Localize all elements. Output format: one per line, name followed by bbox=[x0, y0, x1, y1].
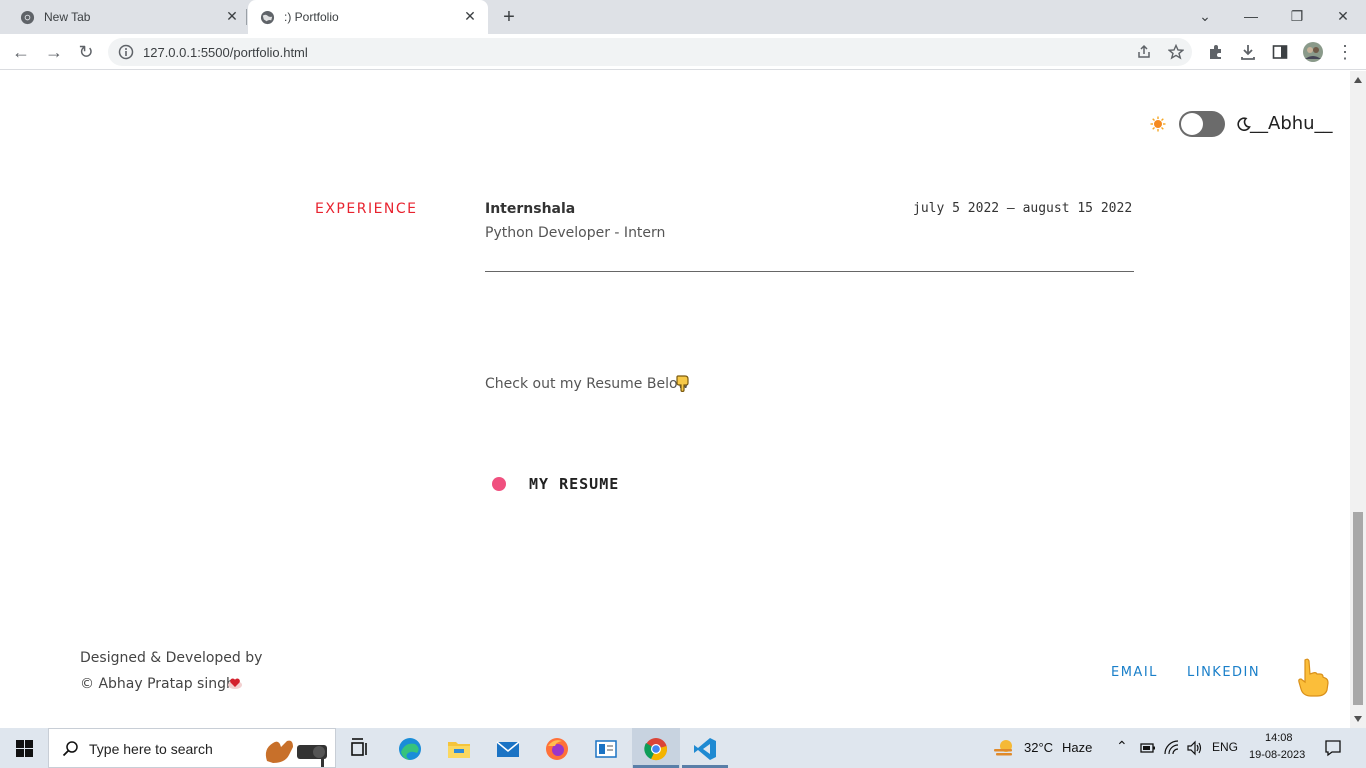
scrollbar-thumb[interactable] bbox=[1353, 512, 1363, 705]
browser-tab-strip: New Tab ✕ :) Portfolio ✕ + ⌄ — ❐ ✕ bbox=[0, 0, 1366, 34]
page-scrollbar[interactable] bbox=[1350, 71, 1366, 728]
browser-toolbar: ← → ↻ 127.0.0.1:5500/portfolio.html ⋮ bbox=[0, 34, 1366, 70]
minimize-button[interactable]: — bbox=[1241, 6, 1261, 26]
control-panel-icon[interactable] bbox=[593, 736, 619, 762]
reload-button[interactable]: ↻ bbox=[75, 41, 97, 63]
experience-heading: EXPERIENCE bbox=[315, 201, 418, 217]
dark-mode-switch[interactable] bbox=[1179, 111, 1225, 137]
resume-bullet-dot bbox=[492, 477, 506, 491]
volume-icon[interactable] bbox=[1187, 740, 1203, 756]
sun-icon bbox=[1150, 116, 1166, 132]
mail-icon[interactable] bbox=[495, 736, 521, 762]
resume-note: Check out my Resume Below bbox=[485, 376, 689, 392]
pointing-down-hand-icon bbox=[676, 375, 689, 392]
forward-button[interactable]: → bbox=[43, 41, 65, 63]
search-placeholder: Type here to search bbox=[89, 741, 213, 757]
experience-divider bbox=[485, 271, 1134, 272]
tab-search-chevron-icon[interactable]: ⌄ bbox=[1195, 6, 1215, 26]
moon-icon bbox=[1237, 117, 1251, 131]
experience-dates: july 5 2022 – august 15 2022 bbox=[913, 201, 1133, 216]
extensions-puzzle-icon[interactable] bbox=[1207, 43, 1225, 61]
close-icon[interactable]: ✕ bbox=[462, 8, 478, 24]
restore-button[interactable]: ❐ bbox=[1287, 6, 1307, 26]
windows-taskbar: Type here to search 32°C Haze ⌃ ENG 14:0… bbox=[0, 728, 1366, 768]
scroll-up-arrow-icon[interactable] bbox=[1354, 77, 1362, 83]
tab-separator bbox=[246, 9, 247, 25]
chrome-menu-icon[interactable]: ⋮ bbox=[1334, 41, 1356, 63]
tab-title: :) Portfolio bbox=[284, 10, 339, 24]
search-highlight-art-icon bbox=[265, 740, 327, 767]
globe-icon bbox=[260, 10, 275, 25]
tab-new-tab[interactable]: New Tab ✕ bbox=[0, 0, 246, 34]
email-link[interactable]: EMAIL bbox=[1111, 665, 1158, 680]
weather-temperature[interactable]: 32°C bbox=[1024, 740, 1053, 755]
windows-start-icon[interactable] bbox=[16, 740, 33, 757]
download-icon[interactable] bbox=[1239, 43, 1257, 61]
credit-line: Designed & Developed by bbox=[80, 650, 263, 666]
side-panel-icon[interactable] bbox=[1271, 43, 1289, 61]
input-language[interactable]: ENG bbox=[1212, 740, 1238, 754]
taskbar-search-box[interactable]: Type here to search bbox=[48, 728, 336, 768]
switch-knob bbox=[1181, 113, 1203, 135]
url-text[interactable]: 127.0.0.1:5500/portfolio.html bbox=[143, 45, 308, 60]
portfolio-page: __Abhu__ EXPERIENCE Internshala Python D… bbox=[0, 71, 1350, 728]
chrome-app-icon[interactable] bbox=[643, 736, 669, 762]
firefox-icon[interactable] bbox=[544, 736, 570, 762]
chrome-icon bbox=[20, 10, 35, 25]
close-icon[interactable]: ✕ bbox=[224, 8, 240, 24]
site-brand[interactable]: __Abhu__ bbox=[1250, 113, 1333, 134]
file-explorer-icon[interactable] bbox=[446, 736, 472, 762]
close-window-button[interactable]: ✕ bbox=[1333, 6, 1353, 26]
show-hidden-icons-chevron-icon[interactable]: ⌃ bbox=[1116, 738, 1128, 755]
back-button[interactable]: ← bbox=[10, 41, 32, 63]
bookmark-star-icon[interactable] bbox=[1168, 44, 1184, 60]
tab-portfolio[interactable]: :) Portfolio ✕ bbox=[248, 0, 488, 34]
credit-author: © Abhay Pratap singh bbox=[80, 676, 235, 692]
address-bar[interactable]: 127.0.0.1:5500/portfolio.html bbox=[108, 38, 1192, 66]
linkedin-link[interactable]: LINKEDIN bbox=[1187, 665, 1260, 680]
profile-avatar-icon[interactable] bbox=[1302, 41, 1324, 63]
heart-icon bbox=[228, 678, 242, 689]
weather-description[interactable]: Haze bbox=[1062, 740, 1092, 755]
pointing-hand-icon[interactable] bbox=[1293, 656, 1331, 698]
search-icon bbox=[62, 741, 78, 757]
scroll-down-arrow-icon[interactable] bbox=[1354, 716, 1362, 722]
job-role: Python Developer - Intern bbox=[485, 225, 666, 241]
resume-button-label: MY RESUME bbox=[529, 475, 620, 493]
new-tab-button[interactable]: + bbox=[499, 7, 519, 27]
vscode-icon[interactable] bbox=[692, 736, 718, 762]
battery-icon[interactable] bbox=[1140, 740, 1156, 756]
wifi-icon[interactable] bbox=[1164, 740, 1180, 756]
taskbar-time[interactable]: 14:08 bbox=[1265, 732, 1293, 744]
company-name: Internshala bbox=[485, 201, 576, 217]
tab-title: New Tab bbox=[44, 10, 91, 24]
edge-browser-icon[interactable] bbox=[397, 736, 423, 762]
info-icon[interactable] bbox=[118, 44, 134, 60]
task-view-icon[interactable] bbox=[347, 736, 373, 762]
taskbar-date[interactable]: 19-08-2023 bbox=[1249, 749, 1305, 761]
weather-haze-icon[interactable] bbox=[992, 737, 1016, 759]
share-icon[interactable] bbox=[1136, 44, 1152, 60]
notification-icon[interactable] bbox=[1324, 739, 1342, 757]
